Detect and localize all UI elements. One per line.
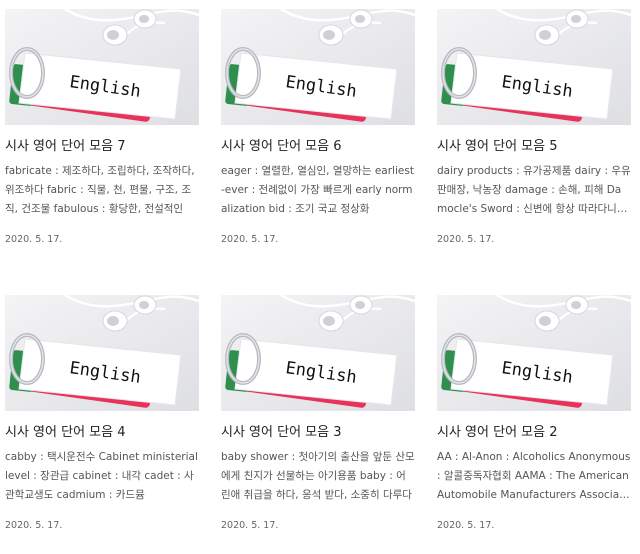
english-flashcard-image: English [221, 9, 415, 125]
post-thumbnail[interactable]: English [437, 9, 631, 125]
post-title[interactable]: 시사 영어 단어 모음 4 [5, 424, 199, 442]
post-snippet: baby shower : 첫아기의 출산을 앞둔 산모에게 친지가 선물하는 … [221, 451, 415, 501]
post-card[interactable]: English 시사 영어 단어 모음 6 eager : 열렬한, 열심인, … [221, 9, 415, 259]
post-title[interactable]: 시사 영어 단어 모음 3 [221, 424, 415, 442]
post-card[interactable]: English 시사 영어 단어 모음 4 cabby : 택시운전수 Cabi… [5, 295, 199, 545]
post-snippet: eager : 열렬한, 열심인, 열망하는 earliest-ever : 전… [221, 165, 414, 215]
post-card[interactable]: English 시사 영어 단어 모음 7 fabricate : 제조하다, … [5, 9, 199, 259]
post-title[interactable]: 시사 영어 단어 모음 7 [5, 138, 199, 156]
english-flashcard-image: English [5, 9, 199, 125]
post-title[interactable]: 시사 영어 단어 모음 2 [437, 424, 631, 442]
post-snippet: cabby : 택시운전수 Cabinet ministerial level … [5, 451, 198, 501]
post-card[interactable]: English 시사 영어 단어 모음 2 AA : Al-Anon : Alc… [437, 295, 631, 545]
post-date: 2020. 5. 17. [221, 520, 279, 531]
post-date: 2020. 5. 17. [437, 520, 495, 531]
post-grid: English 시사 영어 단어 모음 7 fabricate : 제조하다, … [0, 0, 640, 554]
post-title[interactable]: 시사 영어 단어 모음 6 [221, 138, 415, 156]
english-flashcard-image: English [437, 295, 631, 411]
post-snippet: AA : Al-Anon : Alcoholics Anonymous : 알콜… [437, 451, 631, 501]
post-card[interactable]: English 시사 영어 단어 모음 3 baby shower : 첫아기의… [221, 295, 415, 545]
post-thumbnail[interactable]: English [5, 295, 199, 411]
english-flashcard-image: English [221, 295, 415, 411]
post-date: 2020. 5. 17. [221, 234, 279, 245]
english-flashcard-image: English [437, 9, 631, 125]
post-thumbnail[interactable]: English [5, 9, 199, 125]
post-title[interactable]: 시사 영어 단어 모음 5 [437, 138, 631, 156]
post-date: 2020. 5. 17. [437, 234, 495, 245]
post-thumbnail[interactable]: English [437, 295, 631, 411]
post-thumbnail[interactable]: English [221, 9, 415, 125]
post-date: 2020. 5. 17. [5, 234, 63, 245]
post-date: 2020. 5. 17. [5, 520, 63, 531]
post-thumbnail[interactable]: English [221, 295, 415, 411]
post-snippet: dairy products : 유가공제품 dairy : 우유판매장, 낙농… [437, 165, 631, 215]
post-card[interactable]: English 시사 영어 단어 모음 5 dairy products : 유… [437, 9, 631, 259]
post-snippet: fabricate : 제조하다, 조립하다, 조작하다, 위조하다 fabri… [5, 165, 195, 215]
english-flashcard-image: English [5, 295, 199, 411]
